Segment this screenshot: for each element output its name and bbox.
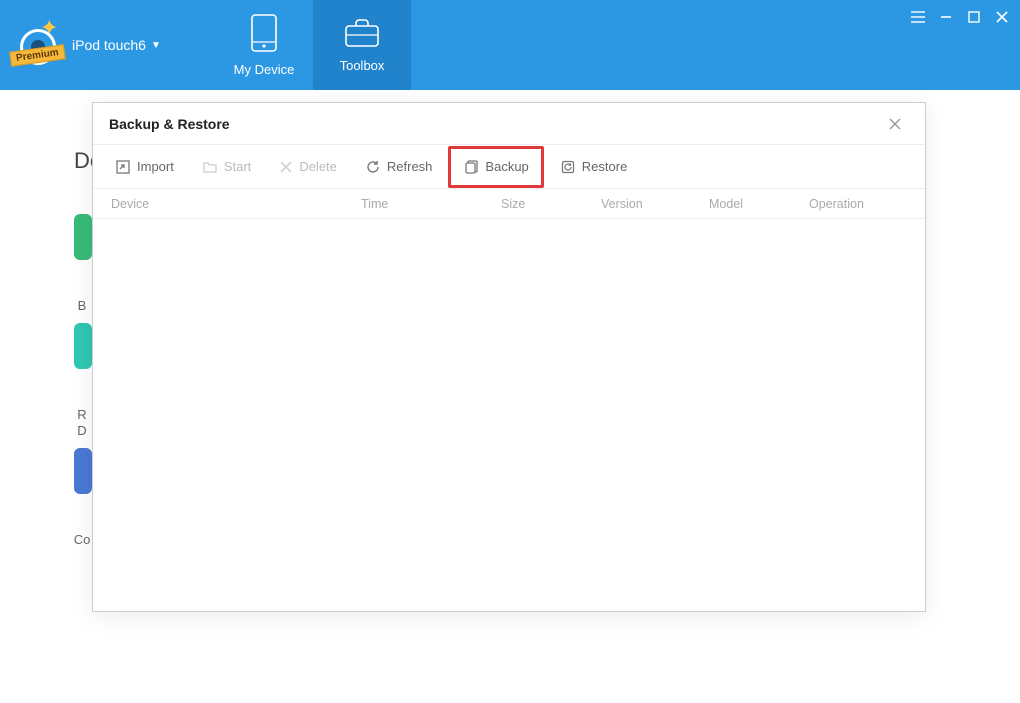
toolbox-icon <box>344 18 380 48</box>
bg-tile <box>74 448 92 494</box>
backup-icon <box>463 159 479 175</box>
refresh-button[interactable]: Refresh <box>353 151 445 183</box>
maximize-button[interactable] <box>962 6 986 28</box>
bg-tile <box>74 214 92 260</box>
device-selector[interactable]: iPod touch6 ▼ <box>72 37 161 53</box>
backup-button[interactable]: Backup <box>448 146 543 188</box>
restore-icon <box>560 159 576 175</box>
table-body-empty <box>93 219 925 611</box>
import-icon <box>115 159 131 175</box>
tab-label: My Device <box>234 62 295 77</box>
close-icon <box>888 117 902 131</box>
import-button[interactable]: Import <box>103 151 186 183</box>
button-label: Delete <box>299 159 337 174</box>
brand-area: ✦ Premium iPod touch6 ▼ <box>0 0 215 90</box>
menu-icon <box>911 11 925 23</box>
delete-icon <box>279 160 293 174</box>
close-icon <box>996 11 1008 23</box>
modal-title: Backup & Restore <box>109 116 881 132</box>
caret-down-icon: ▼ <box>151 40 161 51</box>
button-label: Backup <box>485 159 528 174</box>
folder-icon <box>202 159 218 175</box>
button-label: Start <box>224 159 251 174</box>
maximize-icon <box>968 11 980 23</box>
button-label: Restore <box>582 159 628 174</box>
refresh-icon <box>365 159 381 175</box>
button-label: Import <box>137 159 174 174</box>
minimize-icon <box>940 11 952 23</box>
column-header-operation[interactable]: Operation <box>809 197 925 211</box>
start-button[interactable]: Start <box>190 151 263 183</box>
tab-my-device[interactable]: My Device <box>215 0 313 90</box>
column-header-model[interactable]: Model <box>709 197 809 211</box>
device-name: iPod touch6 <box>72 37 146 53</box>
tab-toolbox[interactable]: Toolbox <box>313 0 411 90</box>
minimize-button[interactable] <box>934 6 958 28</box>
modal-toolbar: Import Start Delete Refresh <box>93 145 925 189</box>
window-controls <box>906 6 1014 28</box>
tab-label: Toolbox <box>340 58 385 73</box>
column-header-time[interactable]: Time <box>361 197 501 211</box>
app-topbar: ✦ Premium iPod touch6 ▼ My Device <box>0 0 1020 90</box>
column-header-device[interactable]: Device <box>111 197 361 211</box>
tablet-icon <box>249 14 279 52</box>
table-header-row: Device Time Size Version Model Operation <box>93 189 925 219</box>
modal-close-button[interactable] <box>881 110 909 138</box>
nav-tabs: My Device Toolbox <box>215 0 411 90</box>
delete-button[interactable]: Delete <box>267 151 349 182</box>
column-header-size[interactable]: Size <box>501 197 601 211</box>
close-button[interactable] <box>990 6 1014 28</box>
backup-restore-modal: Backup & Restore Import Start <box>92 102 926 612</box>
button-label: Refresh <box>387 159 433 174</box>
menu-button[interactable] <box>906 6 930 28</box>
restore-button[interactable]: Restore <box>548 151 640 183</box>
bg-tile <box>74 323 92 369</box>
column-header-version[interactable]: Version <box>601 197 709 211</box>
modal-header: Backup & Restore <box>93 103 925 145</box>
